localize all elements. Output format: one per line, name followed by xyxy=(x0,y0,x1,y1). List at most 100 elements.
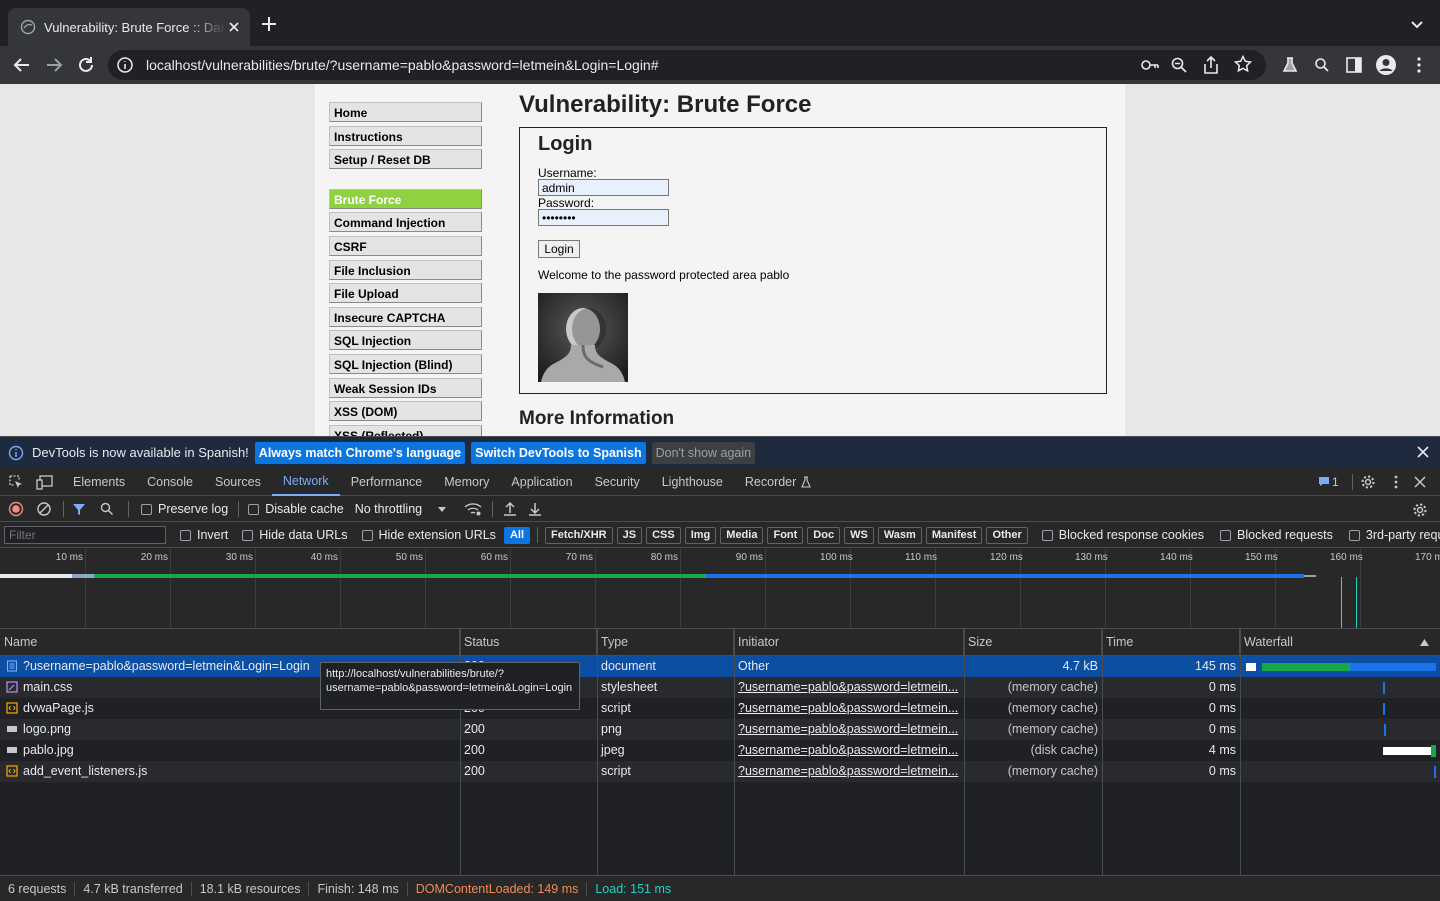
menu-item-setup[interactable]: Setup / Reset DB xyxy=(329,149,482,170)
throttling-select[interactable]: No throttling xyxy=(355,502,422,516)
password-field[interactable] xyxy=(538,209,669,226)
menu-item-file-inclusion[interactable]: File Inclusion xyxy=(329,259,482,280)
cell-initiator[interactable]: ?username=pablo&password=letmein... xyxy=(734,761,964,782)
invert-checkbox[interactable] xyxy=(180,529,191,541)
request-name[interactable]: add_event_listeners.js xyxy=(23,764,147,778)
throttling-dropdown-icon[interactable] xyxy=(437,505,447,513)
tab-elements[interactable]: Elements xyxy=(62,468,136,496)
column-waterfall[interactable]: Waterfall xyxy=(1240,629,1440,656)
filter-type-css[interactable]: CSS xyxy=(646,526,681,544)
menu-item-sql-injection[interactable]: SQL Injection xyxy=(329,330,482,351)
menu-item-xss-dom[interactable]: XSS (DOM) xyxy=(329,401,482,422)
username-field[interactable] xyxy=(538,179,669,196)
close-tab-icon[interactable] xyxy=(226,19,242,35)
tab-search-chevron-icon[interactable] xyxy=(1408,16,1426,34)
back-arrow-icon[interactable] xyxy=(12,55,32,75)
table-row[interactable]: dvwaPage.js200script?username=pablo&pass… xyxy=(0,698,1440,719)
network-settings-gear-icon[interactable] xyxy=(1412,502,1428,518)
close-devtools-icon[interactable] xyxy=(1413,475,1427,489)
url-text[interactable]: localhost/vulnerabilities/brute/?usernam… xyxy=(146,57,659,73)
network-conditions-wifi-icon[interactable] xyxy=(464,502,482,516)
menu-item-file-upload[interactable]: File Upload xyxy=(329,283,482,304)
column-initiator[interactable]: Initiator xyxy=(734,629,964,656)
switch-to-spanish-button[interactable]: Switch DevTools to Spanish xyxy=(471,441,646,464)
hide-extension-urls-checkbox[interactable] xyxy=(361,529,373,541)
third-party-requests-checkbox[interactable] xyxy=(1348,529,1360,541)
filter-input[interactable] xyxy=(4,526,166,544)
chrome-menu-icon[interactable] xyxy=(1410,56,1428,74)
filter-type-font[interactable]: Font xyxy=(767,526,804,544)
tab-memory[interactable]: Memory xyxy=(433,468,500,496)
search-icon[interactable] xyxy=(1313,56,1331,74)
tab-performance[interactable]: Performance xyxy=(340,468,434,496)
filter-type-other[interactable]: Other xyxy=(986,526,1028,544)
preserve-log-checkbox[interactable] xyxy=(141,503,152,515)
filter-type-doc[interactable]: Doc xyxy=(807,526,841,544)
tab-application[interactable]: Application xyxy=(500,468,583,496)
new-tab-icon[interactable] xyxy=(260,15,278,33)
request-name[interactable]: pablo.jpg xyxy=(23,743,74,757)
filter-type-ws[interactable]: WS xyxy=(844,526,874,544)
device-toolbar-icon[interactable] xyxy=(36,474,54,490)
menu-item-sql-injection-blind[interactable]: SQL Injection (Blind) xyxy=(329,353,482,374)
dont-show-again-button[interactable]: Don't show again xyxy=(651,441,756,464)
export-har-icon[interactable] xyxy=(528,501,542,517)
cell-initiator[interactable]: ?username=pablo&password=letmein... xyxy=(734,698,964,719)
labs-flask-icon[interactable] xyxy=(1281,56,1299,74)
filter-type-all[interactable]: All xyxy=(503,526,530,544)
share-icon[interactable] xyxy=(1202,55,1220,75)
import-har-icon[interactable] xyxy=(503,501,517,517)
column-time[interactable]: Time xyxy=(1102,629,1240,656)
profile-avatar-icon[interactable] xyxy=(1375,54,1397,76)
close-infobar-icon[interactable] xyxy=(1416,445,1430,459)
filter-type-js[interactable]: JS xyxy=(616,526,643,544)
tab-recorder[interactable]: Recorder xyxy=(734,468,800,496)
address-bar[interactable]: localhost/vulnerabilities/brute/?usernam… xyxy=(108,50,1266,80)
menu-item-xss-reflected[interactable]: XSS (Reflected) xyxy=(329,424,482,436)
hide-data-urls-checkbox[interactable] xyxy=(242,529,254,541)
filter-type-fetch-xhr[interactable]: Fetch/XHR xyxy=(545,526,613,544)
request-name[interactable]: logo.png xyxy=(23,722,71,736)
more-options-icon[interactable] xyxy=(1388,474,1404,490)
side-panel-icon[interactable] xyxy=(1345,56,1363,74)
always-match-language-button[interactable]: Always match Chrome's language xyxy=(254,441,466,464)
bookmark-star-icon[interactable] xyxy=(1234,55,1252,73)
tab-console[interactable]: Console xyxy=(136,468,204,496)
menu-item-home[interactable]: Home xyxy=(329,102,482,122)
request-name[interactable]: ?username=pablo&password=letmein&Login=L… xyxy=(23,659,310,673)
disable-cache-checkbox[interactable] xyxy=(248,503,260,515)
tab-lighthouse[interactable]: Lighthouse xyxy=(651,468,734,496)
column-status[interactable]: Status xyxy=(460,629,597,656)
menu-item-weak-session-ids[interactable]: Weak Session IDs xyxy=(329,377,482,398)
menu-item-brute-force[interactable]: Brute Force xyxy=(329,188,482,209)
cell-initiator[interactable]: ?username=pablo&password=letmein... xyxy=(734,677,964,698)
menu-item-csrf[interactable]: CSRF xyxy=(329,235,482,256)
table-row[interactable]: logo.png 200 png ?username=pablo&password=l… xyxy=(0,719,1440,740)
settings-gear-icon[interactable] xyxy=(1360,474,1376,490)
column-type[interactable]: Type xyxy=(597,629,734,656)
browser-tab[interactable]: Vulnerability: Brute Force :: Damn Vulne… xyxy=(8,8,250,46)
filter-type-wasm[interactable]: Wasm xyxy=(877,526,922,544)
issues-count[interactable]: 1 xyxy=(1332,475,1339,489)
table-row[interactable]: pablo.jpg 200 jpeg ?username=pablo&password… xyxy=(0,740,1440,761)
cell-name[interactable]: logo.png xyxy=(0,719,460,740)
password-key-icon[interactable] xyxy=(1140,56,1160,74)
network-overview-timeline[interactable]: 10 ms 20 ms 30 ms 40 ms 50 ms 60 ms 70 ms 80 ms… xyxy=(0,549,1440,629)
record-stop-icon[interactable] xyxy=(8,501,24,517)
search-requests-icon[interactable] xyxy=(100,502,114,516)
reload-icon[interactable] xyxy=(76,55,96,75)
filter-type-media[interactable]: Media xyxy=(720,526,764,544)
clear-icon[interactable] xyxy=(36,501,52,517)
column-name[interactable]: Name xyxy=(0,629,460,656)
filter-funnel-icon[interactable] xyxy=(72,502,86,516)
inspect-element-icon[interactable] xyxy=(8,474,24,490)
blocked-response-cookies-checkbox[interactable] xyxy=(1041,529,1053,541)
request-name[interactable]: dvwaPage.js xyxy=(23,701,94,715)
request-name[interactable]: main.css xyxy=(23,680,72,694)
blocked-requests-checkbox[interactable] xyxy=(1220,529,1232,541)
zoom-icon[interactable] xyxy=(1170,56,1188,74)
tab-security[interactable]: Security xyxy=(584,468,651,496)
cell-name[interactable]: pablo.jpg xyxy=(0,740,460,761)
cell-initiator[interactable]: ?username=pablo&password=letmein... xyxy=(734,740,964,761)
sort-ascending-icon[interactable] xyxy=(1420,639,1429,646)
